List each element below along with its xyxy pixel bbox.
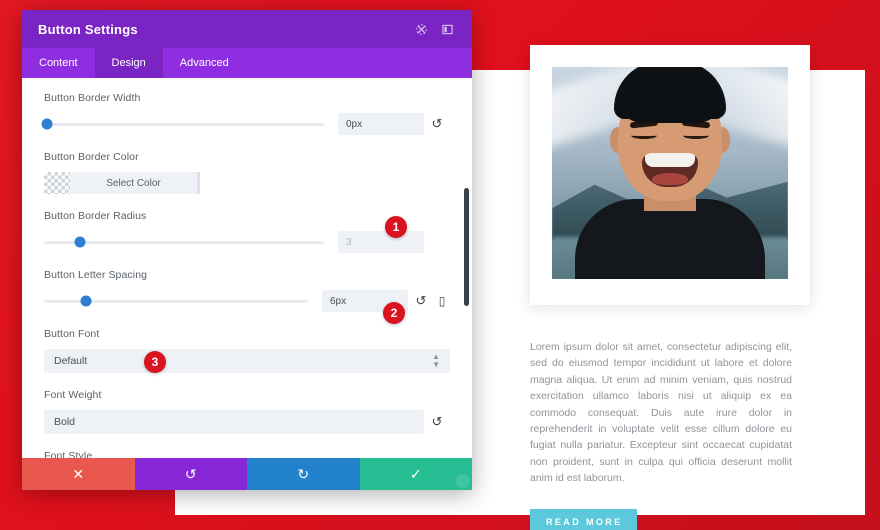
person-eye-left [631, 132, 657, 139]
modal-title: Button Settings [38, 21, 138, 37]
field-button-font: Button Font Default ▲ ▼ [44, 328, 450, 373]
button-settings-modal: Button Settings Content Design Advanced … [22, 10, 472, 490]
portrait-photo [552, 67, 788, 279]
tab-advanced[interactable]: Advanced [163, 48, 246, 78]
slider-knob[interactable] [74, 236, 86, 248]
step-badge-3: 3 [144, 351, 166, 373]
step-badge-1: 1 [385, 216, 407, 238]
person-eye-right [683, 132, 709, 139]
label-font-weight: Font Weight [44, 389, 102, 401]
person-torso [575, 199, 765, 279]
redo-button[interactable]: ↻ [247, 458, 360, 490]
field-button-border-color: Button Border Color Select Color [44, 151, 450, 194]
color-swatch-transparent[interactable] [44, 172, 70, 194]
modal-body: Button Border Width 0px ↺ Button Border … [22, 78, 472, 458]
chevron-updown-icon: ▲ ▼ [432, 351, 440, 369]
step-badge-2: 2 [383, 302, 405, 324]
field-button-border-width: Button Border Width 0px ↺ [41, 92, 450, 135]
select-color-button[interactable]: Select Color [70, 172, 200, 194]
select-button-font[interactable]: Default ▲ ▼ [44, 349, 450, 373]
select-font-weight[interactable]: Bold [44, 410, 424, 434]
slider-track [44, 240, 324, 244]
reset-icon-letter-spacing[interactable]: ↺ [408, 293, 434, 309]
reset-icon-font-weight[interactable]: ↺ [424, 414, 450, 430]
preview-body-text: Lorem ipsum dolor sit amet, consectetur … [530, 341, 792, 485]
input-button-border-width[interactable]: 0px [338, 113, 424, 135]
cancel-button[interactable]: ✕ [22, 458, 135, 490]
resize-grip-icon[interactable] [456, 474, 470, 488]
modal-action-bar: ✕ ↺ ↻ ✓ [22, 458, 472, 490]
select-button-font-value: Default [54, 355, 88, 367]
slider-knob[interactable] [80, 295, 92, 307]
label-button-letter-spacing: Button Letter Spacing [44, 269, 148, 281]
label-button-font: Button Font [44, 328, 100, 340]
modal-header: Button Settings [22, 10, 472, 48]
reset-icon-border-width[interactable]: ↺ [424, 116, 450, 132]
input-button-border-radius[interactable]: 3 [338, 231, 424, 253]
responsive-device-icon[interactable]: ▯ [434, 294, 450, 308]
slider-button-border-width[interactable] [41, 117, 324, 131]
expand-icon[interactable] [408, 23, 434, 35]
label-button-border-color: Button Border Color [44, 151, 139, 163]
undo-button[interactable]: ↺ [134, 458, 247, 490]
field-font-weight: Font Weight Bold ↺ [44, 389, 450, 434]
person-hair [614, 67, 726, 123]
tab-design[interactable]: Design [94, 48, 163, 78]
label-font-style: Font Style [44, 450, 93, 458]
save-button[interactable]: ✓ [359, 458, 472, 490]
slider-button-letter-spacing[interactable] [44, 294, 308, 308]
tab-content[interactable]: Content [22, 48, 95, 78]
field-font-style: Font Style I TT Tt U S [44, 450, 450, 458]
modal-tabs: Content Design Advanced [22, 48, 472, 78]
slider-button-border-radius[interactable] [44, 235, 324, 249]
photo-card [530, 45, 810, 305]
photo-person [552, 67, 788, 279]
layout-panel-icon[interactable] [434, 24, 460, 35]
label-button-border-width: Button Border Width [44, 92, 141, 104]
modal-scrollbar-thumb[interactable] [464, 188, 469, 306]
preview-column: Lorem ipsum dolor sit amet, consectetur … [530, 45, 810, 530]
slider-knob[interactable] [41, 118, 53, 130]
read-more-button[interactable]: Read More [530, 508, 637, 530]
slider-track [44, 122, 324, 126]
person-teeth [645, 153, 695, 167]
person-tongue [652, 173, 688, 185]
